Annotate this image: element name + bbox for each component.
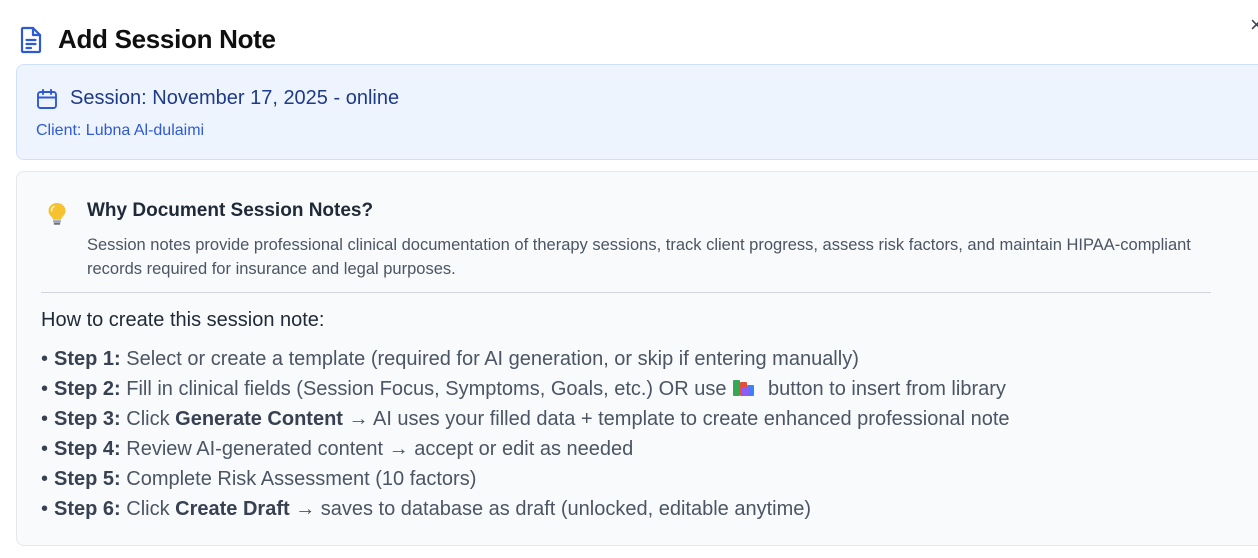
step-item: • Step 5: Complete Risk Assessment (10 fa… (41, 464, 1010, 494)
steps-list: • Step 1: Select or create a template (re… (41, 344, 1010, 524)
step-label: Step 2: (54, 378, 121, 400)
step-label: Step 6: (54, 498, 121, 520)
step-item: • Step 4: Review AI-generated content → a… (41, 434, 1010, 464)
books-icon (732, 377, 756, 397)
client-name: Client: Lubna Al-dulaimi (36, 122, 205, 139)
why-title: Why Document Session Notes? (87, 200, 374, 221)
step-text: Fill in clinical fields (Session Focus, … (120, 378, 727, 400)
step-text: Click (120, 498, 176, 520)
bullet: • (41, 468, 49, 490)
dialog-header: Add Session Note (18, 24, 276, 55)
step-label: Step 5: (54, 468, 121, 490)
how-to-title: How to create this session note: (41, 309, 325, 331)
section-divider (41, 292, 1211, 293)
step-text: Complete Risk Assessment (10 factors) (120, 468, 477, 490)
dialog-title: Add Session Note (58, 24, 276, 54)
step-item: • Step 3: Click Generate Content → AI use… (41, 404, 1010, 434)
add-session-note-dialog: Add Session Note × Session: November 17,… (0, 0, 1258, 558)
bullet: • (41, 438, 49, 460)
document-icon (18, 26, 44, 54)
step-text-after: button to insert from library (762, 378, 1006, 400)
session-title-row: Session: November 17, 2025 - online (36, 87, 399, 110)
lightbulb-icon (47, 202, 67, 226)
session-title: Session: November 17, 2025 - online (70, 87, 400, 109)
bullet: • (41, 348, 49, 370)
step-text: Click (120, 408, 176, 430)
step-text: Select or create a template (required fo… (120, 348, 859, 370)
step-label: Step 1: (54, 348, 121, 370)
step-item: • Step 2: Fill in clinical fields (Sessio… (41, 374, 1010, 404)
step-label: Step 3: (54, 408, 121, 430)
instructions-card: Why Document Session Notes? Session note… (16, 171, 1258, 546)
step-emphasis: Create Draft (175, 498, 290, 520)
step-text-after: → AI uses your filled data + template to… (342, 408, 1010, 430)
calendar-icon (36, 88, 58, 110)
why-description: Session notes provide professional clini… (87, 236, 1191, 278)
step-emphasis: Generate Content (175, 408, 343, 430)
step-item: • Step 1: Select or create a template (re… (41, 344, 1010, 374)
step-text-after: → saves to database as draft (unlocked, … (289, 498, 812, 520)
step-item: • Step 6: Click Create Draft → saves to d… (41, 494, 1010, 524)
close-button[interactable]: × (1250, 14, 1258, 36)
step-label: Step 4: (54, 438, 121, 460)
bullet: • (41, 378, 49, 400)
step-text: Review AI-generated content → accept or … (120, 438, 634, 460)
bullet: • (41, 498, 49, 520)
bullet: • (41, 408, 49, 430)
session-info-card: Session: November 17, 2025 - online Clie… (16, 64, 1258, 160)
